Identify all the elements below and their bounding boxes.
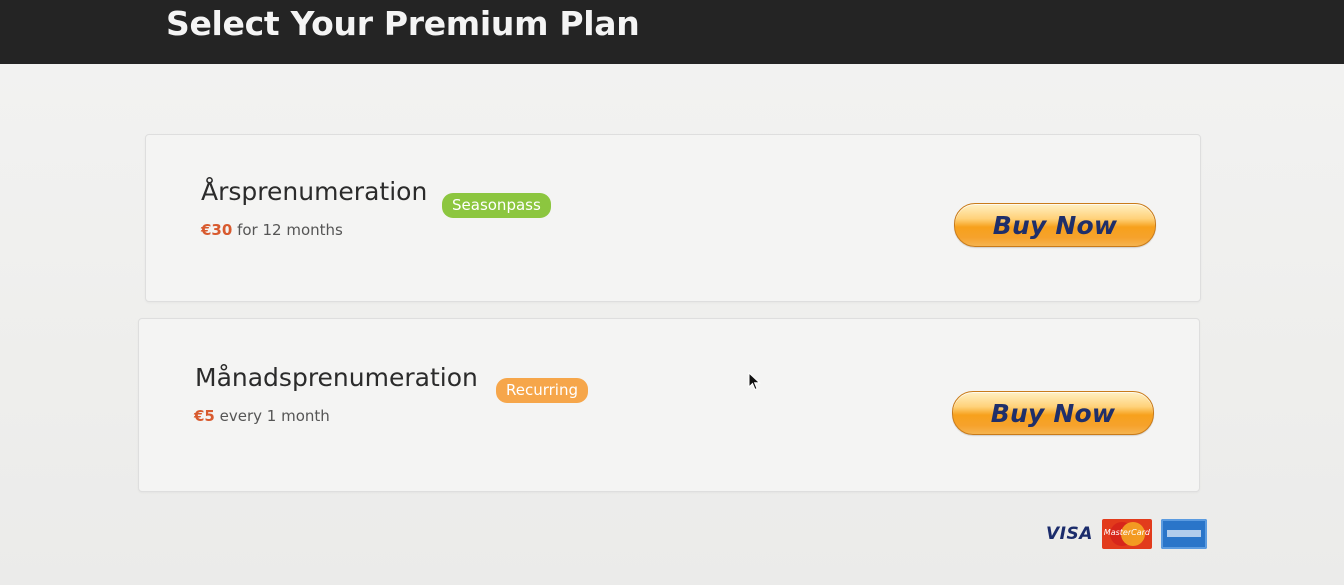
mastercard-icon: MasterCard [1101,519,1152,549]
plan-card-monthly: Månadsprenumeration Recurring €5 every 1… [138,318,1200,492]
buy-now-label: Buy Now [990,398,1116,428]
plan-price: €5 [194,407,215,425]
plan-period: every 1 month [219,407,330,425]
payment-methods: VISA MasterCard [1046,518,1207,550]
plan-badge-recurring: Recurring [496,378,588,403]
plan-name: Månadsprenumeration [195,363,478,392]
plan-badge-seasonpass: Seasonpass [442,193,551,218]
buy-now-button-yearly[interactable]: Buy Now [954,203,1156,247]
plan-price-line: €30 for 12 months [201,221,343,239]
buy-now-label: Buy Now [992,210,1118,240]
plan-price-line: €5 every 1 month [194,407,330,425]
page-title: Select Your Premium Plan [166,4,640,43]
amex-icon [1160,519,1207,549]
mouse-cursor-icon [748,372,761,391]
plan-period: for 12 months [237,221,343,239]
plan-card-yearly: Årsprenumeration Seasonpass €30 for 12 m… [145,134,1201,302]
visa-icon: VISA [1046,524,1093,544]
plan-name: Årsprenumeration [201,177,428,206]
buy-now-button-monthly[interactable]: Buy Now [952,391,1154,435]
page-header: Select Your Premium Plan [0,0,1344,72]
plan-price: €30 [201,221,233,239]
